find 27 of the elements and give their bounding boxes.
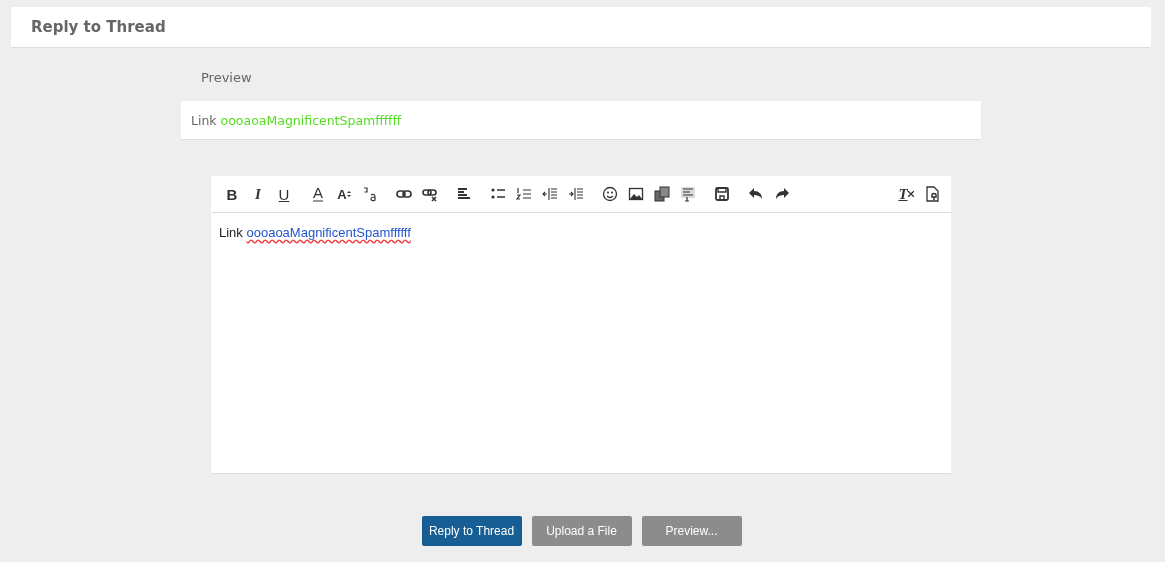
cross-icon [907, 191, 914, 197]
image-icon [628, 186, 644, 202]
smiley-icon [602, 186, 618, 202]
italic-button[interactable]: I [245, 181, 271, 207]
underline-button[interactable]: U [271, 181, 297, 207]
preview-text: Link oooaoaMagnificentSpamffffff [191, 112, 402, 128]
unlink-icon [422, 186, 438, 202]
up-down-arrows-icon [346, 190, 351, 198]
subscript-icon [362, 186, 378, 202]
toggle-source-icon [924, 186, 940, 202]
rich-text-editor[interactable]: B I U A A T Link oooaoaMagnificentSpamffffff [211, 176, 951, 474]
page-title: Reply to Thread [31, 18, 166, 36]
bold-button[interactable]: B [219, 181, 245, 207]
editor-link[interactable]: oooaoaMagnificentSpamffffff [246, 225, 411, 240]
numbers-icon [516, 186, 532, 202]
font-size-button[interactable]: A [331, 181, 357, 207]
font-color-button[interactable]: A [305, 181, 331, 207]
align-icon [456, 186, 472, 202]
editor-text: Link oooaoaMagnificentSpamffffff [219, 225, 411, 240]
save-icon [714, 186, 730, 202]
clear-formatting-button[interactable]: T [893, 181, 919, 207]
media-icon [654, 186, 670, 202]
outdent-icon [542, 186, 558, 202]
reply-button[interactable]: Reply to Thread [421, 516, 522, 546]
preview-heading: Preview [201, 70, 252, 87]
indent-icon [568, 186, 584, 202]
quote-icon [680, 186, 696, 202]
